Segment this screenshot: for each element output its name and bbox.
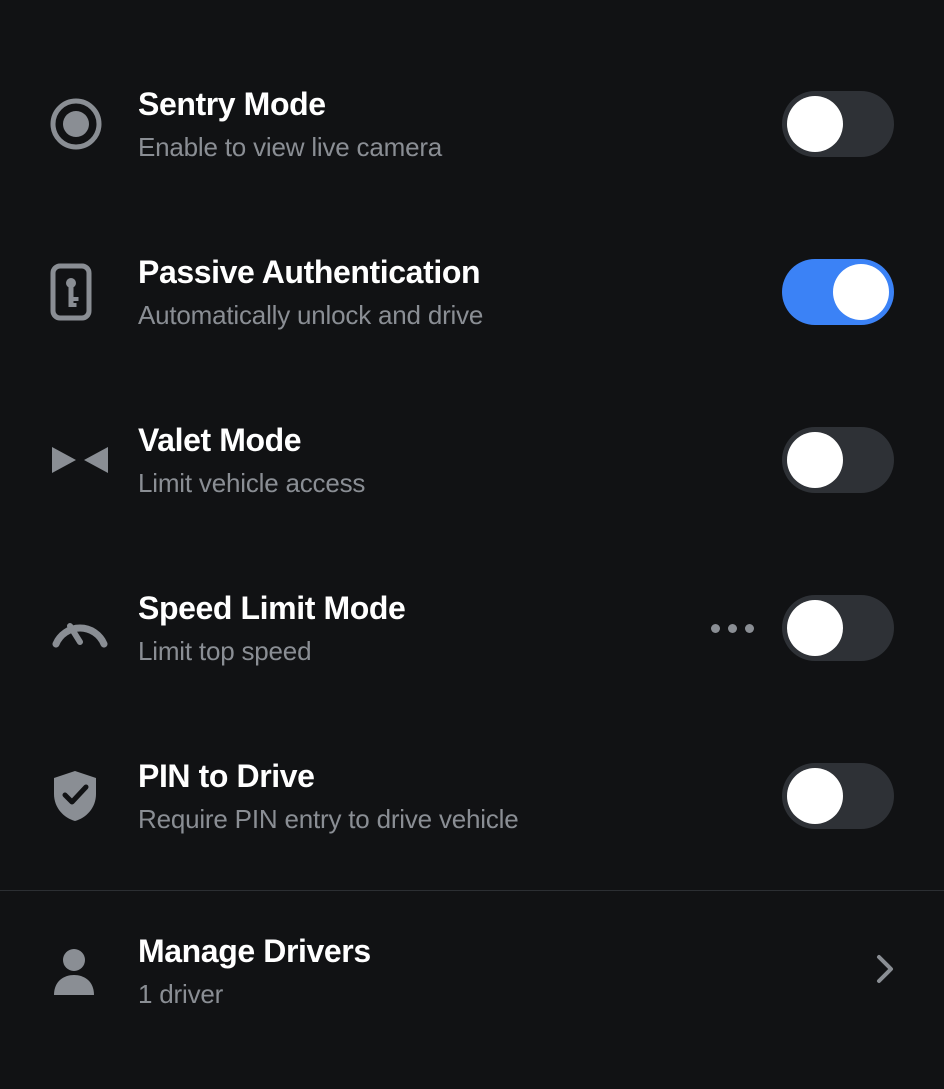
more-options-icon[interactable] — [711, 624, 754, 633]
row-manage-drivers[interactable]: Manage Drivers 1 driver — [0, 891, 944, 1051]
row-pin-to-drive[interactable]: PIN to Drive Require PIN entry to drive … — [0, 712, 944, 880]
row-subtitle: Limit top speed — [138, 635, 711, 668]
row-title: PIN to Drive — [138, 757, 782, 795]
toggle-speed-limit-mode[interactable] — [782, 595, 894, 661]
speedometer-icon — [50, 608, 114, 648]
row-title: Speed Limit Mode — [138, 589, 711, 627]
toggle-valet-mode[interactable] — [782, 427, 894, 493]
person-icon — [50, 945, 114, 997]
bowtie-icon — [50, 443, 114, 477]
row-passive-authentication[interactable]: Passive Authentication Automatically unl… — [0, 208, 944, 376]
toggle-sentry-mode[interactable] — [782, 91, 894, 157]
row-sentry-mode[interactable]: Sentry Mode Enable to view live camera — [0, 40, 944, 208]
row-title: Manage Drivers — [138, 932, 876, 970]
toggle-pin-to-drive[interactable] — [782, 763, 894, 829]
row-subtitle: Enable to view live camera — [138, 131, 782, 164]
row-title: Passive Authentication — [138, 253, 782, 291]
toggle-passive-authentication[interactable] — [782, 259, 894, 325]
shield-check-icon — [50, 768, 114, 824]
sentry-record-icon — [50, 98, 114, 150]
row-subtitle: 1 driver — [138, 978, 876, 1011]
row-title: Valet Mode — [138, 421, 782, 459]
row-title: Sentry Mode — [138, 85, 782, 123]
phone-key-icon — [50, 263, 114, 321]
row-valet-mode[interactable]: Valet Mode Limit vehicle access — [0, 376, 944, 544]
security-settings-list: Sentry Mode Enable to view live camera P… — [0, 0, 944, 1051]
row-subtitle: Automatically unlock and drive — [138, 299, 782, 332]
chevron-right-icon — [876, 953, 894, 990]
row-subtitle: Require PIN entry to drive vehicle — [138, 803, 782, 836]
row-subtitle: Limit vehicle access — [138, 467, 782, 500]
row-speed-limit-mode[interactable]: Speed Limit Mode Limit top speed — [0, 544, 944, 712]
